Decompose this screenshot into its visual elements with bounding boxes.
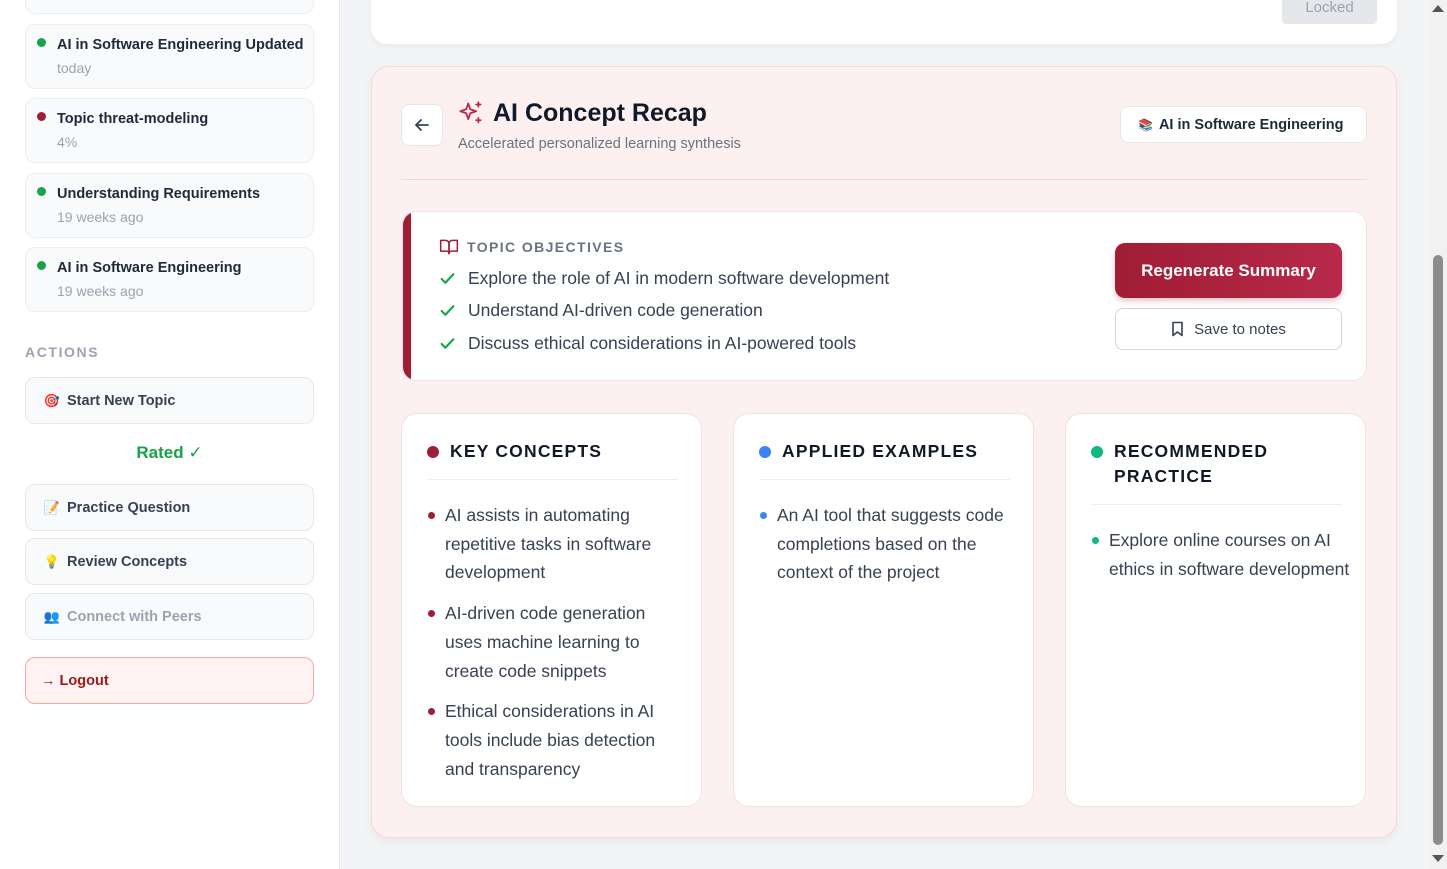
logout-button[interactable]: → Logout [25, 657, 314, 704]
list-item: An AI tool that suggests code completion… [759, 501, 1019, 587]
accent-bar [403, 212, 411, 380]
status-dot [37, 112, 46, 121]
recent-item-partial[interactable] [25, 0, 314, 14]
list-item-text: Ethical considerations in AI tools inclu… [445, 701, 656, 779]
target-icon: 🎯 [43, 392, 61, 408]
scroll-down-arrow-icon[interactable] [1432, 855, 1444, 862]
recent-item-title: Understanding Requirements [57, 186, 261, 202]
recent-item[interactable]: AI in Software Engineering Updated today [25, 24, 314, 89]
card-heading: RECOMMENDED PRACTICE [1091, 439, 1342, 489]
recent-item[interactable]: Topic threat-modeling 4% [25, 98, 314, 163]
applied-examples-card: APPLIED EXAMPLES An AI tool that suggest… [733, 413, 1034, 807]
check-icon [440, 305, 455, 316]
heading-dot [427, 445, 439, 458]
status-dot [37, 187, 46, 196]
bullet-dot [428, 708, 435, 716]
start-new-topic-label: Start New Topic [67, 392, 176, 409]
topic-chip-label: AI in Software Engineering [1158, 116, 1344, 133]
objectives-heading-label: TOPIC OBJECTIVES [467, 239, 625, 255]
review-concepts-button[interactable]: 💡 Review Concepts [25, 538, 314, 585]
recommended-practice-card: RECOMMENDED PRACTICE Explore online cour… [1065, 413, 1366, 807]
check-icon [440, 338, 455, 349]
bookmark-icon [1172, 321, 1183, 337]
card-heading-label: KEY CONCEPTS [450, 441, 603, 461]
card-heading: KEY CONCEPTS [427, 439, 678, 464]
topic-objectives-card: TOPIC OBJECTIVES Explore the role of AI … [402, 211, 1367, 381]
list-item: AI assists in automating repetitive task… [427, 501, 687, 587]
recent-item-title: Topic threat-modeling [57, 111, 209, 127]
bullet-dot [1092, 537, 1099, 544]
connect-peers-label: Connect with Peers [67, 608, 202, 625]
objectives-heading: TOPIC OBJECTIVES [439, 238, 625, 256]
recent-item-title: AI in Software Engineering [57, 260, 242, 276]
recent-item-meta: today [57, 60, 92, 76]
concept-list: AI assists in automating repetitive task… [427, 501, 687, 795]
card-divider [759, 479, 1010, 480]
locked-button[interactable]: Locked [1282, 0, 1377, 24]
check-icon [440, 273, 455, 284]
rated-status: Rated ✓ [136, 443, 203, 462]
header-divider [401, 179, 1367, 180]
card-heading-label: APPLIED EXAMPLES [782, 441, 979, 461]
card-divider [427, 479, 678, 480]
lightbulb-icon: 💡 [43, 553, 61, 569]
practice-question-label: Practice Question [67, 499, 191, 516]
list-item-text: AI assists in automating repetitive task… [445, 505, 652, 583]
list-item: Explore online courses on AI ethics in s… [1091, 526, 1351, 583]
scroll-up-arrow-icon[interactable] [1432, 5, 1444, 12]
card-heading-label: RECOMMENDED PRACTICE [1114, 441, 1269, 486]
list-item-text: Explore online courses on AI ethics in s… [1109, 530, 1350, 579]
recap-subtitle: Accelerated personalized learning synthe… [458, 136, 741, 152]
recent-item[interactable]: AI in Software Engineering 19 weeks ago [25, 247, 314, 312]
review-concepts-label: Review Concepts [67, 553, 188, 570]
memo-icon: 📝 [43, 499, 61, 515]
practice-list: Explore online courses on AI ethics in s… [1091, 526, 1351, 595]
regenerate-summary-button[interactable]: Regenerate Summary [1115, 243, 1342, 298]
status-dot [37, 38, 46, 47]
bullet-dot [760, 512, 767, 519]
key-concepts-card: KEY CONCEPTS AI assists in automating re… [401, 413, 702, 807]
heading-dot [759, 445, 771, 458]
bullet-dot [428, 610, 435, 618]
sparkles-icon [459, 101, 482, 124]
objective-text: Explore the role of AI in modern softwar… [468, 268, 890, 288]
objective-text: Discuss ethical considerations in AI-pow… [468, 333, 857, 353]
start-new-topic-button[interactable]: 🎯 Start New Topic [25, 377, 314, 424]
list-item: AI-driven code generation uses machine l… [427, 599, 687, 685]
heading-dot [1091, 445, 1103, 458]
card-heading: APPLIED EXAMPLES [759, 439, 1010, 464]
list-item-text: An AI tool that suggests code completion… [777, 505, 1004, 583]
recent-item[interactable]: Understanding Requirements 19 weeks ago [25, 173, 314, 238]
example-list: An AI tool that suggests code completion… [759, 501, 1019, 599]
recent-item-meta: 4% [57, 134, 78, 150]
objective-item: Understand AI-driven code generation [439, 300, 763, 321]
recent-item-title: AI in Software Engineering Updated [57, 37, 304, 53]
connect-peers-button[interactable]: 👥 Connect with Peers [25, 593, 314, 640]
bullet-dot [428, 512, 435, 519]
arrow-left-icon [415, 119, 429, 131]
list-item: Ethical considerations in AI tools inclu… [427, 697, 687, 783]
topic-chip[interactable]: 📚 AI in Software Engineering [1120, 106, 1367, 143]
book-open-icon [439, 239, 459, 255]
save-to-notes-label: Save to notes [1194, 320, 1286, 338]
save-to-notes-button[interactable]: Save to notes [1115, 308, 1342, 350]
practice-question-button[interactable]: 📝 Practice Question [25, 484, 314, 531]
scrollbar-thumb[interactable] [1433, 255, 1443, 845]
people-icon: 👥 [43, 608, 61, 624]
recent-item-meta: 19 weeks ago [57, 283, 144, 299]
previous-card [371, 0, 1397, 44]
books-icon: 📚 [1138, 117, 1153, 132]
objective-item: Explore the role of AI in modern softwar… [439, 268, 889, 289]
back-button[interactable] [401, 104, 443, 146]
objective-item: Discuss ethical considerations in AI-pow… [439, 333, 856, 354]
objective-text: Understand AI-driven code generation [468, 300, 763, 320]
actions-section-label: ACTIONS [25, 344, 100, 360]
recent-item-meta: 19 weeks ago [57, 209, 144, 225]
recap-title: AI Concept Recap [493, 99, 707, 127]
status-dot [37, 261, 46, 270]
card-divider [1091, 504, 1342, 505]
sidebar: AI in Software Engineering Updated today… [0, 0, 340, 869]
list-item-text: AI-driven code generation uses machine l… [445, 603, 646, 681]
